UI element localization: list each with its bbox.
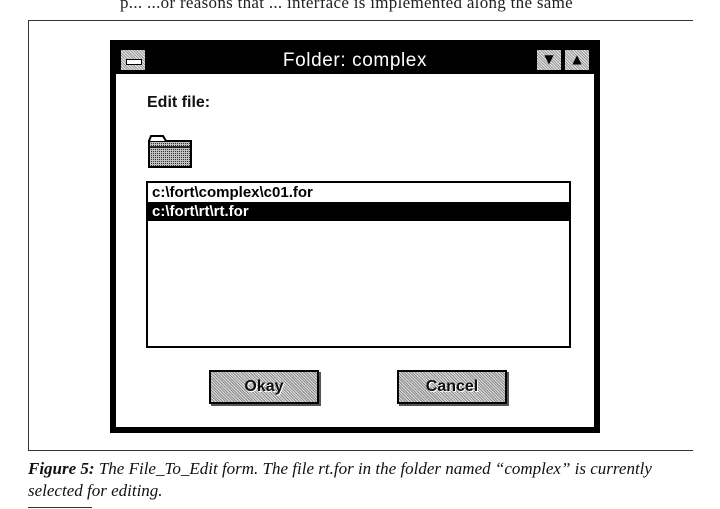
cancel-button[interactable]: Cancel bbox=[397, 370, 507, 404]
page-top-text: p... ...or reasons that ... interface is… bbox=[120, 0, 573, 12]
dialog-title: Folder: complex bbox=[282, 50, 428, 71]
footer-rule bbox=[28, 507, 92, 508]
minimize-button[interactable]: ▼ bbox=[536, 49, 562, 71]
file-listbox[interactable]: c:\fort\complex\c01.for c:\fort\rt\rt.fo… bbox=[146, 181, 571, 348]
edit-file-label: Edit file: bbox=[147, 94, 211, 111]
okay-button[interactable]: Okay bbox=[209, 370, 319, 404]
dialog-body: Folder: complex ▼ ▲ Edit file: c:\fort\c… bbox=[114, 44, 596, 429]
list-item[interactable]: c:\fort\complex\c01.for bbox=[148, 183, 569, 202]
maximize-icon: ▲ bbox=[572, 52, 582, 66]
list-item-selected[interactable]: c:\fort\rt\rt.for bbox=[148, 202, 569, 221]
caption-text: The File_To_Edit form. The file rt.for i… bbox=[28, 459, 652, 500]
maximize-button[interactable]: ▲ bbox=[564, 49, 590, 71]
figure-label: Figure 5: bbox=[28, 459, 95, 478]
figure-caption: Figure 5: The File_To_Edit form. The fil… bbox=[28, 458, 698, 502]
file-to-edit-dialog: Folder: complex ▼ ▲ Edit file: c:\fort\c… bbox=[110, 40, 600, 433]
minimize-icon: ▼ bbox=[544, 52, 554, 66]
title-bar[interactable]: Folder: complex ▼ ▲ bbox=[116, 46, 594, 74]
folder-icon bbox=[148, 135, 192, 168]
